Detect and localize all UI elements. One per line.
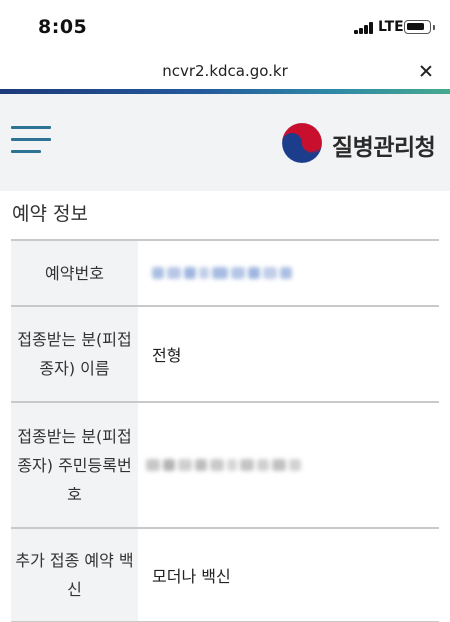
hamburger-menu-icon[interactable] — [11, 126, 51, 154]
status-time: 8:05 — [38, 16, 88, 38]
url-text[interactable]: ncvr2.kdca.go.kr — [0, 62, 450, 80]
vaccine-value: 모더나 백신 — [152, 567, 231, 586]
browser-url-bar: ncvr2.kdca.go.kr — [0, 52, 450, 89]
recipient-name-value: 전형 — [152, 346, 182, 365]
logo-text: 질병관리청 — [332, 135, 436, 161]
cellular-signal-icon — [354, 22, 374, 34]
kdca-logo[interactable]: 질병관리청 — [280, 121, 440, 165]
section-title: 예약 정보 — [12, 203, 88, 225]
taegeuk-logo-icon — [281, 122, 323, 164]
row-label: 추가 접종 예약 백신 — [11, 529, 138, 621]
row-label: 접종받는 분(피접종자) 주민등록번호 — [11, 403, 138, 527]
row-label: 예약번호 — [11, 241, 138, 305]
table-row: 접종받는 분(피접종자) 이름 전형 — [11, 307, 439, 403]
resident-number-value — [138, 403, 439, 527]
table-row: 추가 접종 예약 백신 모더나 백신 — [11, 529, 439, 622]
row-label: 접종받는 분(피접종자) 이름 — [11, 307, 138, 401]
network-type-label: LTE — [378, 19, 404, 35]
reservation-info-table: 예약번호 접종받는 분(피접종자) 이름 전형 접종받는 분(피접종자) 주민등… — [11, 239, 439, 622]
battery-icon — [404, 20, 435, 34]
site-header: 질병관리청 — [0, 94, 450, 191]
table-row: 예약번호 — [11, 241, 439, 307]
status-bar: 8:05 LTE — [0, 0, 450, 52]
redacted-resident-number — [146, 459, 301, 471]
reservation-number-value — [138, 241, 439, 305]
table-row: 접종받는 분(피접종자) 주민등록번호 — [11, 403, 439, 529]
close-icon[interactable] — [418, 63, 434, 79]
redacted-reservation-number — [152, 267, 292, 279]
